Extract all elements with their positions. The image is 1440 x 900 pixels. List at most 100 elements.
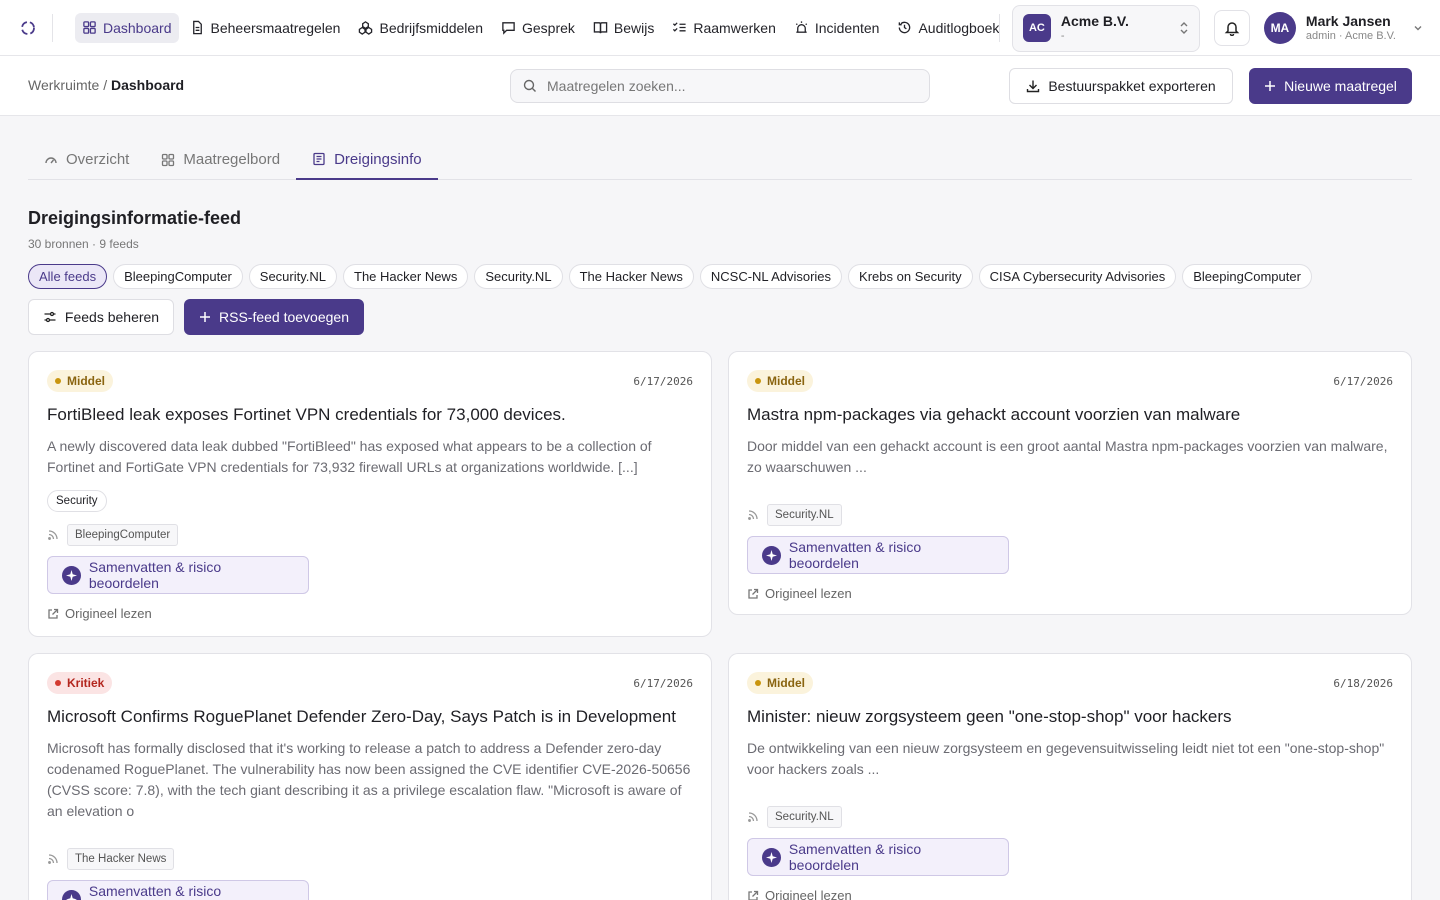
feed-chip[interactable]: NCSC-NL Advisories [699,264,843,289]
gauge-icon [45,156,57,163]
card-title[interactable]: Minister: nieuw zorgsysteem geen "one-st… [747,706,1393,728]
feed-chip[interactable]: BleepingComputer [113,264,243,289]
user-menu[interactable]: MA Mark Jansen admin · Acme B.V. [1263,12,1424,44]
card-date: 6/18/2026 [1333,676,1393,690]
summarize-risk-button[interactable]: Samenvatten & risico beoordelen [47,880,309,900]
tab-label: Dreigingsinfo [334,150,422,168]
sliders-icon [44,311,56,323]
read-original-link[interactable]: Origineel lezen [47,606,693,621]
severity-badge: Kritiek [47,672,113,694]
card-date: 6/17/2026 [633,676,693,690]
card-tag: Security [47,490,107,513]
read-original-label: Origineel lezen [65,606,152,622]
threat-card: Middel 6/17/2026 Mastra npm-packages via… [728,351,1412,615]
card-title[interactable]: Microsoft Confirms RoguePlanet Defender … [47,706,693,728]
feed-chip[interactable]: CISA Cybersecurity Advisories [978,264,1177,289]
sparkle-icon [62,889,81,900]
main-nav: Dashboard Beheersmaatregelen Bedrijfsmid… [75,12,1006,43]
summarize-risk-button[interactable]: Samenvatten & risico beoordelen [47,556,309,595]
card-description: Microsoft has formally disclosed that it… [47,740,691,820]
nav-item-bewijs[interactable]: Bewijs [586,13,661,43]
card-source: Security.NL [767,806,842,829]
card-description: De ontwikkeling van een nieuw zorgsystee… [747,740,1385,778]
nav-item-dashboard[interactable]: Dashboard [75,12,179,43]
card-description: Door middel van een gehackt account is e… [747,438,1388,476]
card-title[interactable]: Mastra npm-packages via gehackt account … [747,404,1393,426]
subheader: Werkruimte / Dashboard Bestuurspakket ex… [0,56,1440,116]
org-switcher[interactable]: AC Acme B.V. - [1011,4,1200,52]
nav-item-incidenten[interactable]: Incidenten [787,13,887,43]
card-source-row: Security.NL [747,806,1393,829]
org-subtitle: - [1060,29,1065,42]
nav-item-label: Incidenten [814,19,880,36]
severity-label: Middel [767,676,805,690]
search-input[interactable] [547,78,917,94]
summarize-risk-label: Samenvatten & risico beoordelen [88,559,222,592]
severity-label: Kritiek [67,676,105,690]
feed-chip-all[interactable]: Alle feeds [28,264,108,289]
nav-item-beheersmaatregelen[interactable]: Beheersmaatregelen [183,13,348,43]
severity-dot [55,680,61,686]
document-icon [192,20,202,35]
external-link-icon [48,608,59,619]
feed-chip[interactable]: The Hacker News [568,264,694,289]
nav-item-raamwerken[interactable]: Raamwerken [665,13,782,43]
external-link-icon [748,588,759,599]
severity-dot [55,378,61,384]
feed-chip[interactable]: Security.NL [248,264,338,289]
external-link-icon [748,890,759,900]
summarize-risk-button[interactable]: Samenvatten & risico beoordelen [747,536,1009,575]
tab-overzicht[interactable]: Overzicht [28,140,145,179]
nav-item-label: Auditlogboek [918,19,1000,36]
breadcrumb-current: Dashboard [110,77,185,93]
tab-maatregelbord[interactable]: Maatregelbord [145,140,296,179]
org-badge: AC [1022,14,1051,42]
feed-chip[interactable]: Krebs on Security [848,264,973,289]
user-role: admin · Acme B.V. [1305,29,1396,42]
card-source: BleepingComputer [67,524,179,547]
nav-item-label: Bedrijfsmiddelen [379,19,483,36]
export-button-label: Bestuurspakket exporteren [1048,78,1216,94]
nav-item-gesprek[interactable]: Gesprek [494,13,582,43]
tab-dreigingsinfo[interactable]: Dreigingsinfo [296,140,438,180]
severity-badge: Middel [747,370,813,392]
read-original-link[interactable]: Origineel lezen [747,888,1393,900]
nav-item-label: Gesprek [521,19,575,36]
tab-bar: Overzicht Maatregelbord Dreigingsinfo [28,140,1412,180]
tab-label: Overzicht [66,151,130,168]
feed-chip[interactable]: BleepingComputer [1182,264,1312,289]
read-original-label: Origineel lezen [765,888,852,900]
feed-chip[interactable]: The Hacker News [343,264,469,289]
search-box [510,69,930,103]
feed-chip[interactable]: Security.NL [474,264,563,289]
nav-right: AC Acme B.V. - MA Mark Jansen admin · Ac… [998,0,1424,56]
logo-icon[interactable] [18,18,38,38]
card-source-row: Security.NL [747,504,1393,527]
read-original-link[interactable]: Origineel lezen [747,586,1393,601]
card-title[interactable]: FortiBleed leak exposes Fortinet VPN cre… [47,404,693,426]
read-original-label: Origineel lezen [765,586,852,602]
new-control-button[interactable]: Nieuwe maatregel [1249,68,1412,104]
nav-item-auditlogboek[interactable]: Auditlogboek [890,13,1006,43]
nav-item-bedrijfsmiddelen[interactable]: Bedrijfsmiddelen [351,13,490,43]
chat-icon [502,22,515,35]
card-source-row: The Hacker News [47,848,693,871]
add-rss-button[interactable]: RSS-feed toevoegen [184,299,364,335]
feed-title: Dreigingsinformatie-feed [28,208,242,228]
summarize-risk-button[interactable]: Samenvatten & risico beoordelen [747,838,1009,877]
book-icon [593,22,608,34]
avatar: MA [1263,12,1296,44]
export-button[interactable]: Bestuurspakket exporteren [1009,68,1233,104]
severity-label: Middel [767,374,805,388]
chevron-up-down-icon [1180,22,1188,34]
breadcrumb-root[interactable]: Werkruimte [28,77,99,93]
manage-feeds-button[interactable]: Feeds beheren [28,299,174,335]
threat-card: Middel 6/17/2026 FortiBleed leak exposes… [28,351,712,637]
severity-badge: Middel [47,370,113,392]
new-control-button-label: Nieuwe maatregel [1284,78,1397,94]
assets-icon [359,21,373,35]
plus-icon [1265,81,1276,91]
notifications-button[interactable] [1213,10,1250,46]
nav-item-label: Dashboard [103,19,172,36]
summarize-risk-label: Samenvatten & risico beoordelen [88,883,222,900]
